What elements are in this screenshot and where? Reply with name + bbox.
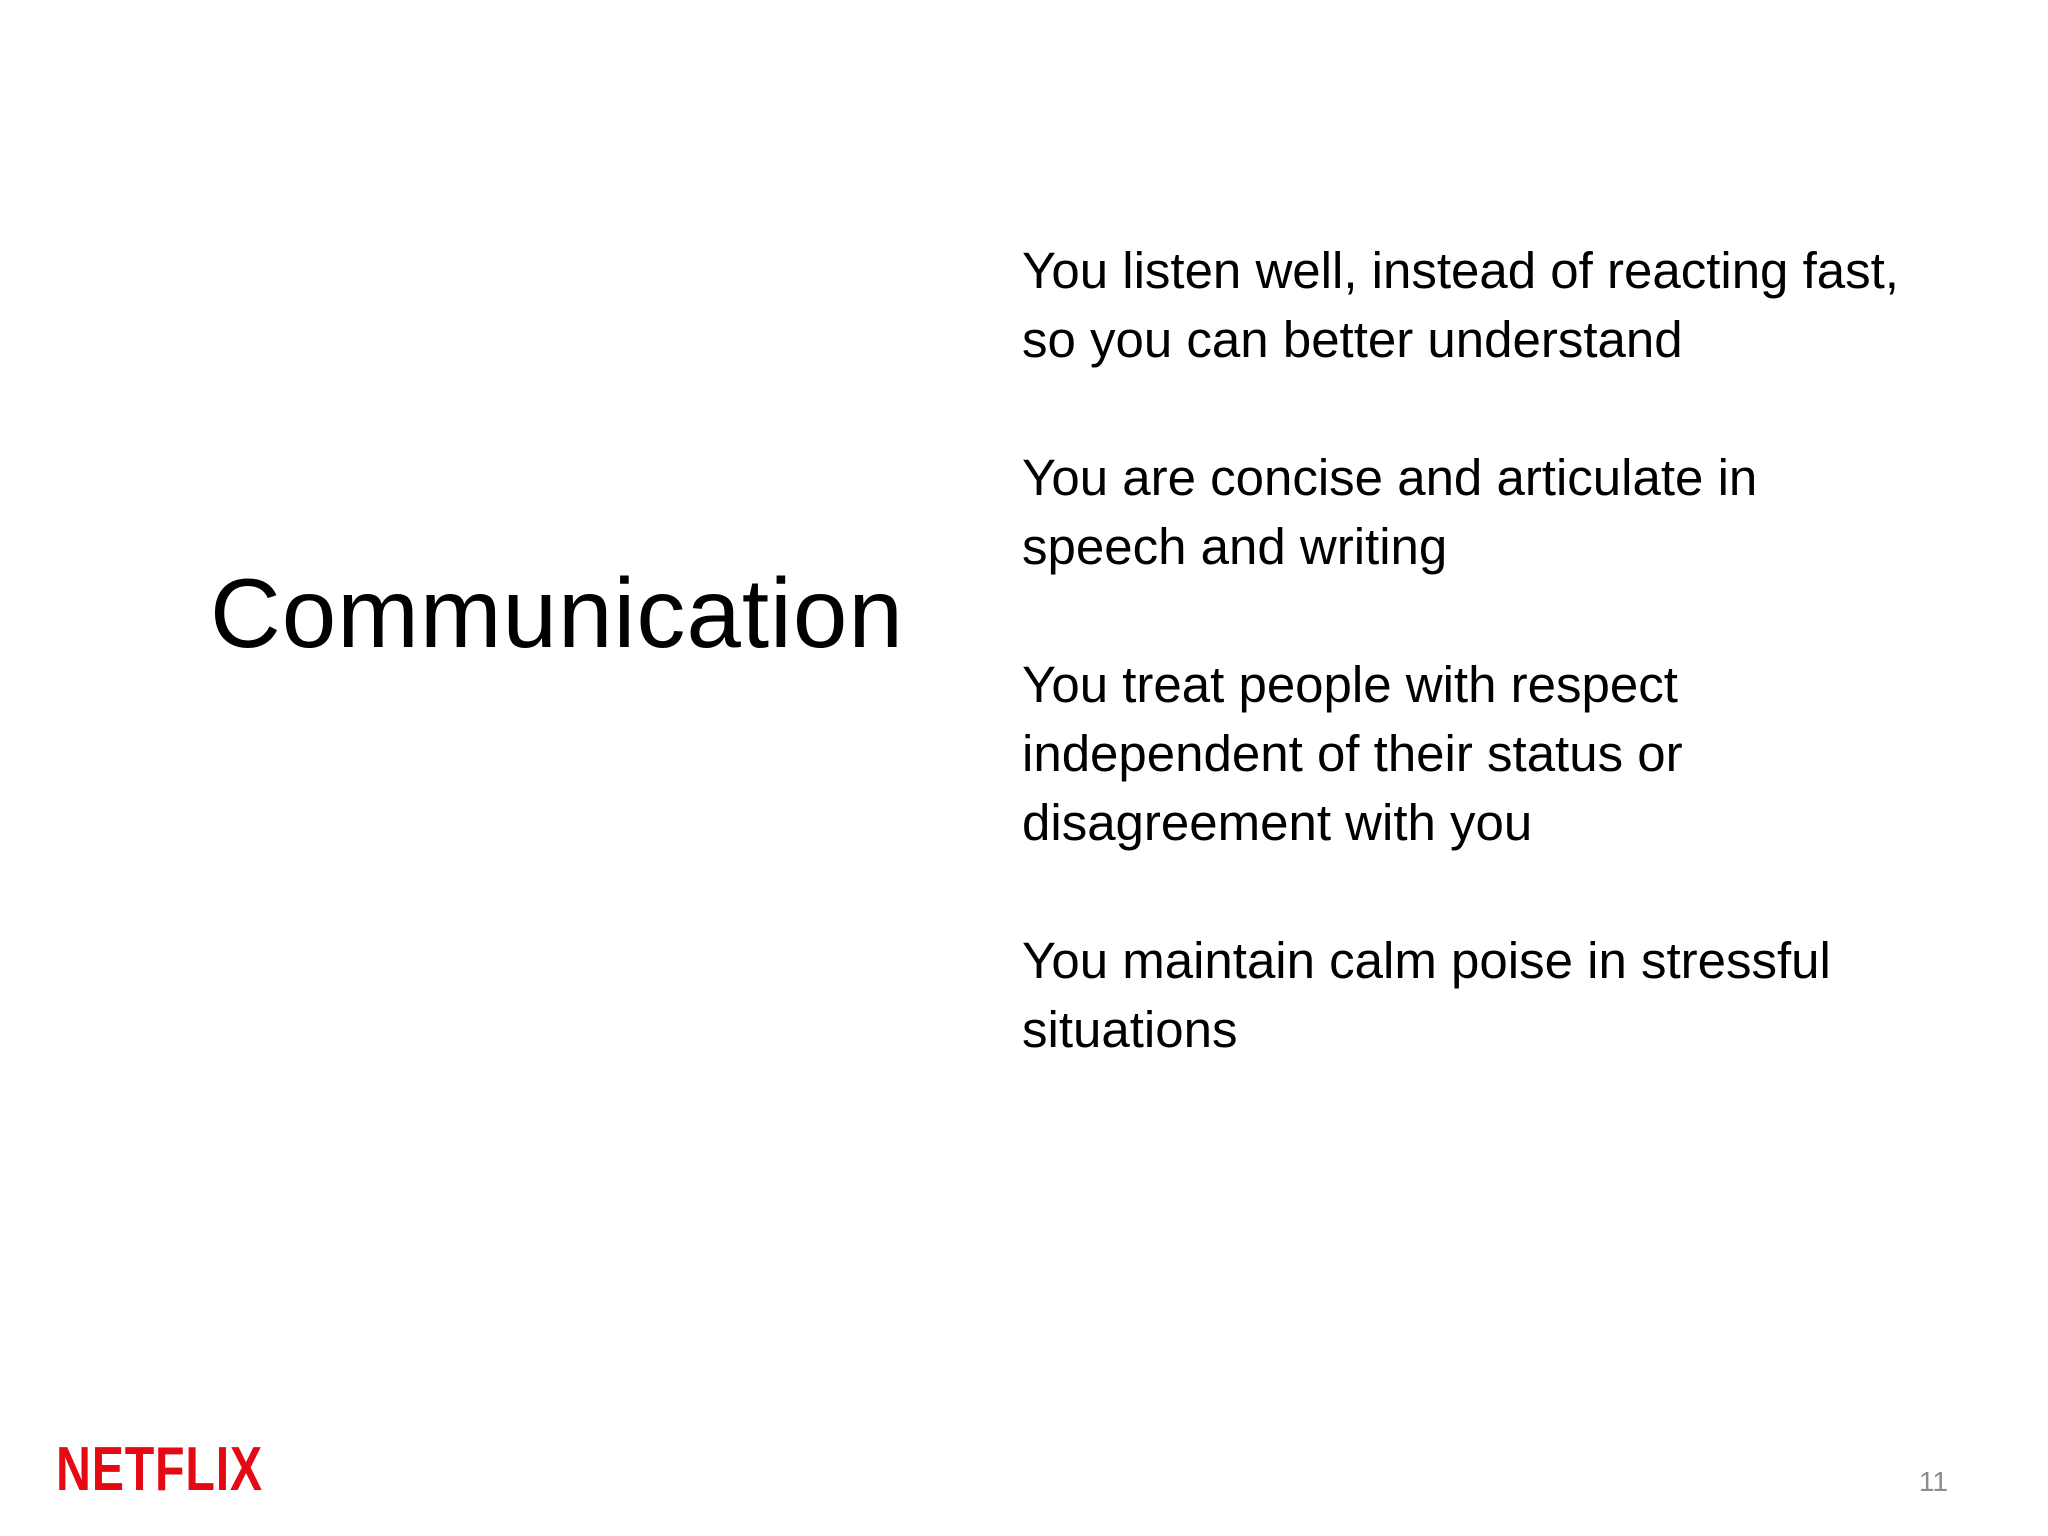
slide-title: Communication <box>210 558 904 668</box>
point-item: You treat people with respect independen… <box>1022 656 1683 851</box>
slide: Communication You listen well, instead o… <box>0 0 2048 1536</box>
point-list: You listen well, instead of reacting fas… <box>1022 236 1902 1133</box>
point-item: You are concise and articulate in speech… <box>1022 449 1758 575</box>
netflix-logo-text: NETFLIX <box>56 1434 263 1504</box>
page-number: 11 <box>1918 1466 1948 1497</box>
netflix-logo: NETFLIX <box>56 1434 321 1504</box>
point-item: You maintain calm poise in stressful sit… <box>1022 932 1831 1058</box>
point-item: You listen well, instead of reacting fas… <box>1022 242 1899 368</box>
